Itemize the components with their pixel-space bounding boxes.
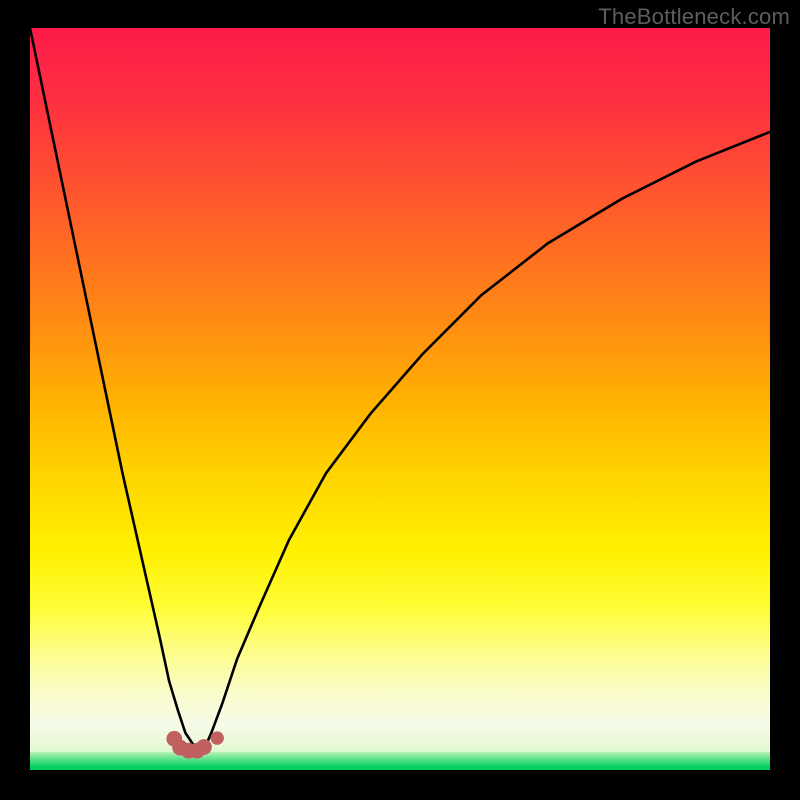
chart-svg [30,28,770,770]
marker-dot [211,731,224,744]
plot-area [30,28,770,770]
marker-dot [196,739,212,755]
watermark-text: TheBottleneck.com [598,4,790,30]
left-curve [30,28,205,748]
chart-frame: TheBottleneck.com [0,0,800,800]
right-curve [205,132,770,746]
marker-cluster [166,731,223,759]
